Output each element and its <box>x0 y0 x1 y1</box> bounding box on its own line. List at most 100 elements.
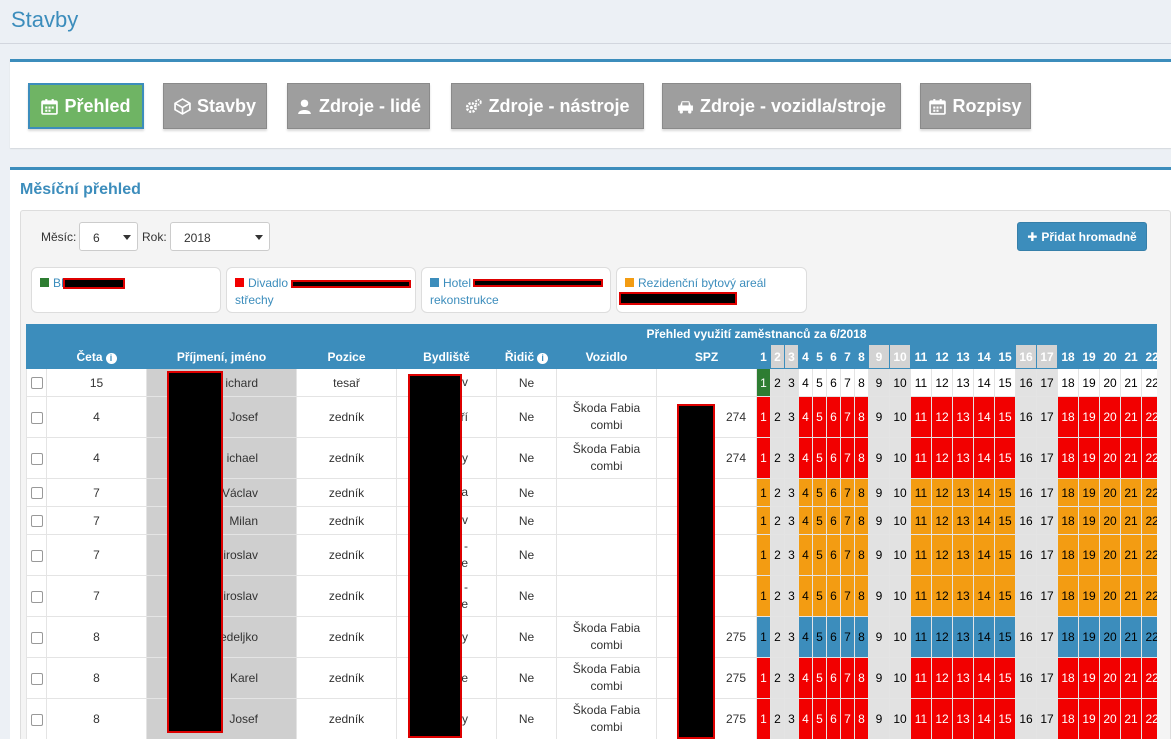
day-cell[interactable]: 18 <box>1057 657 1079 699</box>
row-checkbox[interactable] <box>30 631 43 644</box>
day-cell[interactable]: 1 <box>756 657 771 699</box>
day-cell[interactable]: 12 <box>931 396 953 438</box>
day-cell[interactable]: 1 <box>756 534 771 576</box>
day-cell[interactable]: 6 <box>826 575 841 617</box>
day-cell[interactable]: 4 <box>798 437 813 479</box>
day-cell[interactable]: 8 <box>854 698 869 739</box>
day-cell[interactable]: 17 <box>1036 575 1058 617</box>
day-cell[interactable]: 11 <box>910 657 932 699</box>
day-cell[interactable]: 19 <box>1078 534 1100 576</box>
day-cell[interactable]: 6 <box>826 616 841 658</box>
day-cell[interactable]: 14 <box>973 478 995 507</box>
day-cell[interactable]: 5 <box>812 506 827 535</box>
day-cell[interactable]: 21 <box>1120 368 1142 397</box>
legend-item-rezidencni[interactable]: Rezidenční bytový areál <box>616 267 807 313</box>
row-checkbox[interactable] <box>30 713 43 726</box>
day-cell[interactable]: 13 <box>952 534 974 576</box>
nav-button-2[interactable]: Stavby <box>163 83 267 129</box>
day-cell[interactable]: 8 <box>854 478 869 507</box>
day-cell[interactable]: 4 <box>798 616 813 658</box>
day-cell[interactable]: 13 <box>952 368 974 397</box>
day-cell[interactable]: 4 <box>798 575 813 617</box>
day-cell[interactable]: 20 <box>1099 396 1121 438</box>
day-cell[interactable]: 6 <box>826 368 841 397</box>
day-cell[interactable]: 15 <box>994 478 1016 507</box>
info-icon[interactable]: i <box>105 352 117 364</box>
day-cell[interactable]: 22 <box>1140 534 1157 576</box>
day-cell[interactable]: 10 <box>889 368 911 397</box>
day-cell[interactable]: 12 <box>931 368 953 397</box>
day-cell[interactable]: 9 <box>868 534 890 576</box>
day-cell[interactable]: 21 <box>1120 534 1142 576</box>
day-cell[interactable]: 17 <box>1036 368 1058 397</box>
day-cell[interactable]: 3 <box>784 698 799 739</box>
day-cell[interactable]: 19 <box>1078 657 1100 699</box>
day-cell[interactable]: 6 <box>826 478 841 507</box>
day-cell[interactable]: 19 <box>1078 396 1100 438</box>
nav-button-3[interactable]: Zdroje - lidé <box>287 83 430 129</box>
row-checkbox[interactable] <box>30 411 43 424</box>
day-cell[interactable]: 15 <box>994 368 1016 397</box>
row-checkbox[interactable] <box>30 452 43 465</box>
day-cell[interactable]: 15 <box>994 534 1016 576</box>
day-cell[interactable]: 20 <box>1099 575 1121 617</box>
day-cell[interactable]: 20 <box>1099 478 1121 507</box>
day-cell[interactable]: 3 <box>784 478 799 507</box>
day-cell[interactable]: 16 <box>1015 698 1037 739</box>
day-cell[interactable]: 9 <box>868 478 890 507</box>
day-cell[interactable]: 8 <box>854 575 869 617</box>
legend-item-bnp[interactable]: BNP <box>31 267 221 313</box>
day-cell[interactable]: 16 <box>1015 437 1037 479</box>
day-cell[interactable]: 18 <box>1057 698 1079 739</box>
day-cell[interactable]: 18 <box>1057 506 1079 535</box>
row-checkbox[interactable] <box>30 377 43 390</box>
day-cell[interactable]: 14 <box>973 657 995 699</box>
day-cell[interactable]: 5 <box>812 616 827 658</box>
day-cell[interactable]: 11 <box>910 698 932 739</box>
day-cell[interactable]: 20 <box>1099 368 1121 397</box>
day-cell[interactable]: 22 <box>1140 437 1157 479</box>
day-cell[interactable]: 14 <box>973 534 995 576</box>
day-cell[interactable]: 12 <box>931 506 953 535</box>
day-cell[interactable]: 4 <box>798 368 813 397</box>
day-cell[interactable]: 9 <box>868 506 890 535</box>
day-cell[interactable]: 16 <box>1015 368 1037 397</box>
day-cell[interactable]: 16 <box>1015 534 1037 576</box>
day-cell[interactable]: 13 <box>952 478 974 507</box>
day-cell[interactable]: 19 <box>1078 698 1100 739</box>
day-cell[interactable]: 21 <box>1120 698 1142 739</box>
day-cell[interactable]: 14 <box>973 616 995 658</box>
day-cell[interactable]: 1 <box>756 396 771 438</box>
day-cell[interactable]: 5 <box>812 368 827 397</box>
day-cell[interactable]: 17 <box>1036 478 1058 507</box>
row-select-cell[interactable] <box>26 478 47 507</box>
day-cell[interactable]: 3 <box>784 396 799 438</box>
day-cell[interactable]: 13 <box>952 437 974 479</box>
day-cell[interactable]: 2 <box>770 534 785 576</box>
day-cell[interactable]: 2 <box>770 616 785 658</box>
day-cell[interactable]: 2 <box>770 575 785 617</box>
day-cell[interactable]: 4 <box>798 657 813 699</box>
day-cell[interactable]: 1 <box>756 368 771 397</box>
day-cell[interactable]: 4 <box>798 506 813 535</box>
day-cell[interactable]: 12 <box>931 616 953 658</box>
day-cell[interactable]: 22 <box>1140 616 1157 658</box>
day-cell[interactable]: 6 <box>826 534 841 576</box>
day-cell[interactable]: 14 <box>973 698 995 739</box>
day-cell[interactable]: 14 <box>973 396 995 438</box>
day-cell[interactable]: 5 <box>812 396 827 438</box>
day-cell[interactable]: 1 <box>756 478 771 507</box>
day-cell[interactable]: 2 <box>770 506 785 535</box>
day-cell[interactable]: 13 <box>952 575 974 617</box>
day-cell[interactable]: 22 <box>1140 478 1157 507</box>
year-select[interactable]: 2018 <box>170 222 270 251</box>
day-cell[interactable]: 14 <box>973 368 995 397</box>
day-cell[interactable]: 11 <box>910 368 932 397</box>
day-cell[interactable]: 10 <box>889 506 911 535</box>
day-cell[interactable]: 17 <box>1036 616 1058 658</box>
month-select[interactable]: 6 <box>79 222 138 251</box>
day-cell[interactable]: 1 <box>756 575 771 617</box>
day-cell[interactable]: 20 <box>1099 437 1121 479</box>
row-select-cell[interactable] <box>26 534 47 576</box>
day-cell[interactable]: 3 <box>784 575 799 617</box>
